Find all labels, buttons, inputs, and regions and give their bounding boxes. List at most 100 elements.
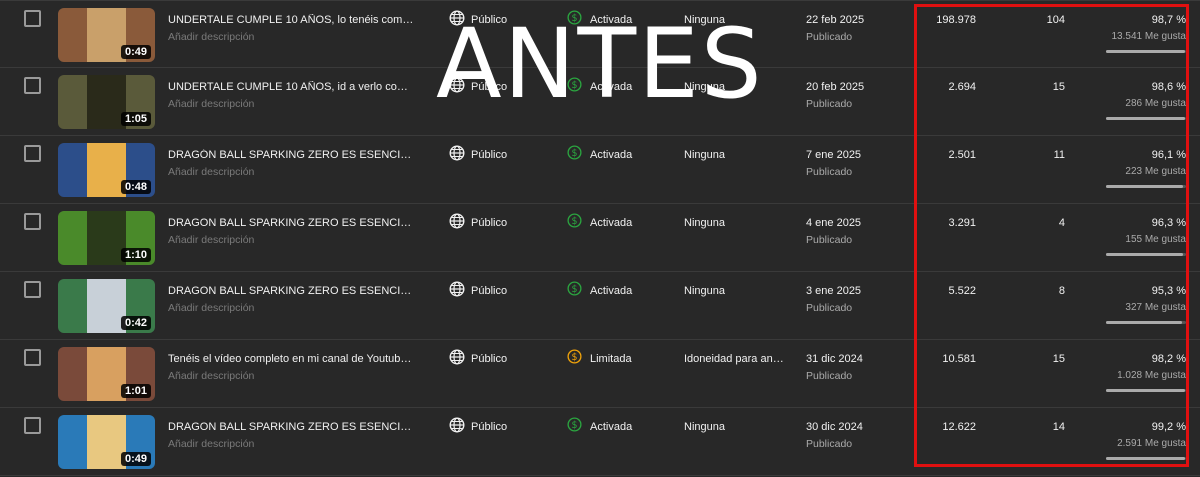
globe-icon[interactable] xyxy=(449,145,465,161)
video-title[interactable]: DRAGÓN BALL SPARKING ZERO ES ESENCIA, id… xyxy=(168,149,416,161)
comments-count: 8 xyxy=(1058,285,1065,297)
video-thumbnail[interactable]: 0:49 xyxy=(58,8,155,62)
likes-count: 327 Me gusta xyxy=(1125,302,1186,313)
restrictions-label[interactable]: Ninguna xyxy=(684,217,784,229)
restrictions-label[interactable]: Ninguna xyxy=(684,149,784,161)
comments-count: 11 xyxy=(1053,149,1065,161)
row-checkbox[interactable] xyxy=(24,145,41,162)
publish-status: Publicado xyxy=(806,370,853,382)
likes-count: 1.028 Me gusta xyxy=(1117,370,1186,381)
globe-icon[interactable] xyxy=(449,281,465,297)
globe-icon[interactable] xyxy=(449,213,465,229)
svg-text:$: $ xyxy=(572,284,578,295)
visibility-label[interactable]: Público xyxy=(471,285,507,297)
publish-date: 22 feb 2025 xyxy=(806,14,865,26)
video-duration: 1:01 xyxy=(120,384,151,398)
publish-status: Publicado xyxy=(806,31,853,43)
likes-count: 223 Me gusta xyxy=(1125,166,1186,177)
monetization-label[interactable]: Activada xyxy=(590,217,632,229)
like-ratio-bar xyxy=(1106,321,1186,324)
video-title[interactable]: Tenéis el vídeo completo en mi canal de … xyxy=(168,353,416,365)
publish-status: Publicado xyxy=(806,98,853,110)
views-count: 2.501 xyxy=(948,149,976,161)
like-percentage: 99,2 % xyxy=(1151,421,1186,433)
like-ratio-bar xyxy=(1106,253,1186,256)
video-description[interactable]: Añadir descripción xyxy=(168,438,254,450)
like-ratio-fill xyxy=(1106,253,1184,256)
video-title[interactable]: UNDERTALE CUMPLE 10 AÑOS, lo tenéis comp… xyxy=(168,14,416,26)
visibility-label[interactable]: Público xyxy=(471,421,507,433)
video-title[interactable]: DRAGON BALL SPARKING ZERO ES ESENCIA #sh… xyxy=(168,421,416,433)
video-duration: 0:49 xyxy=(120,452,151,466)
globe-icon[interactable] xyxy=(449,349,465,365)
publish-status: Publicado xyxy=(806,302,853,314)
video-description[interactable]: Añadir descripción xyxy=(168,234,254,246)
like-ratio-bar xyxy=(1106,50,1186,53)
video-thumbnail[interactable]: 0:49 xyxy=(58,415,155,469)
visibility-label[interactable]: Público xyxy=(471,353,507,365)
video-description[interactable]: Añadir descripción xyxy=(168,166,254,178)
dollar-circle-icon[interactable]: $ xyxy=(567,213,582,228)
video-title[interactable]: UNDERTALE CUMPLE 10 AÑOS, id a verlo com… xyxy=(168,81,416,93)
svg-text:$: $ xyxy=(572,352,578,363)
like-percentage: 98,6 % xyxy=(1151,81,1186,93)
dollar-circle-icon[interactable]: $ xyxy=(567,145,582,160)
video-thumbnail[interactable]: 1:01 xyxy=(58,347,155,401)
like-ratio-fill xyxy=(1106,117,1185,120)
video-duration: 0:48 xyxy=(120,180,151,194)
table-row[interactable]: 1:01 Tenéis el vídeo completo en mi canal… xyxy=(0,340,1200,408)
visibility-label[interactable]: Público xyxy=(471,149,507,161)
restrictions-label[interactable]: Ninguna xyxy=(684,421,784,433)
restrictions-label[interactable]: Ninguna xyxy=(684,285,784,297)
table-row[interactable]: 0:49 DRAGON BALL SPARKING ZERO ES ESENCIA… xyxy=(0,408,1200,476)
visibility-label[interactable]: Público xyxy=(471,217,507,229)
likes-count: 2.591 Me gusta xyxy=(1117,438,1186,449)
monetization-label[interactable]: Limitada xyxy=(590,353,632,365)
row-checkbox[interactable] xyxy=(24,281,41,298)
video-title[interactable]: DRAGON BALL SPARKING ZERO ES ESENCIA, te… xyxy=(168,217,416,229)
publish-status: Publicado xyxy=(806,166,853,178)
globe-icon[interactable] xyxy=(449,417,465,433)
dollar-circle-icon[interactable]: $ xyxy=(567,281,582,296)
video-thumbnail[interactable]: 0:42 xyxy=(58,279,155,333)
monetization-label[interactable]: Activada xyxy=(590,285,632,297)
likes-count: 13.541 Me gusta xyxy=(1111,31,1187,42)
like-ratio-fill xyxy=(1106,321,1183,324)
like-ratio-bar xyxy=(1106,457,1186,460)
publish-status: Publicado xyxy=(806,234,853,246)
video-description[interactable]: Añadir descripción xyxy=(168,370,254,382)
overlay-caption: ANTES xyxy=(436,8,764,120)
comments-count: 4 xyxy=(1058,217,1065,229)
video-description[interactable]: Añadir descripción xyxy=(168,31,254,43)
publish-date: 4 ene 2025 xyxy=(806,217,862,229)
comments-count: 15 xyxy=(1052,353,1065,365)
video-title[interactable]: DRAGON BALL SPARKING ZERO ES ESENCIA, co… xyxy=(168,285,416,297)
restrictions-label[interactable]: Idoneidad para anunciantes xyxy=(684,353,784,365)
like-ratio-fill xyxy=(1106,457,1186,460)
like-ratio-fill xyxy=(1106,50,1185,53)
video-description[interactable]: Añadir descripción xyxy=(168,98,254,110)
dollar-circle-icon[interactable]: $ xyxy=(567,349,582,364)
dollar-circle-icon[interactable]: $ xyxy=(567,417,582,432)
table-row[interactable]: 0:42 DRAGON BALL SPARKING ZERO ES ESENCIA… xyxy=(0,272,1200,340)
table-row[interactable]: 0:48 DRAGÓN BALL SPARKING ZERO ES ESENCIA… xyxy=(0,136,1200,204)
monetization-label[interactable]: Activada xyxy=(590,421,632,433)
video-thumbnail[interactable]: 1:05 xyxy=(58,75,155,129)
views-count: 198.978 xyxy=(936,14,976,26)
video-description[interactable]: Añadir descripción xyxy=(168,302,254,314)
row-checkbox[interactable] xyxy=(24,417,41,434)
row-checkbox[interactable] xyxy=(24,10,41,27)
views-count: 10.581 xyxy=(942,353,976,365)
publish-date: 7 ene 2025 xyxy=(806,149,862,161)
video-thumbnail[interactable]: 0:48 xyxy=(58,143,155,197)
row-checkbox[interactable] xyxy=(24,349,41,366)
views-count: 12.622 xyxy=(942,421,976,433)
like-percentage: 96,3 % xyxy=(1151,217,1186,229)
table-row[interactable]: 1:10 DRAGON BALL SPARKING ZERO ES ESENCIA… xyxy=(0,204,1200,272)
row-checkbox[interactable] xyxy=(24,213,41,230)
like-percentage: 96,1 % xyxy=(1151,149,1186,161)
svg-text:$: $ xyxy=(572,216,578,227)
monetization-label[interactable]: Activada xyxy=(590,149,632,161)
video-thumbnail[interactable]: 1:10 xyxy=(58,211,155,265)
row-checkbox[interactable] xyxy=(24,77,41,94)
